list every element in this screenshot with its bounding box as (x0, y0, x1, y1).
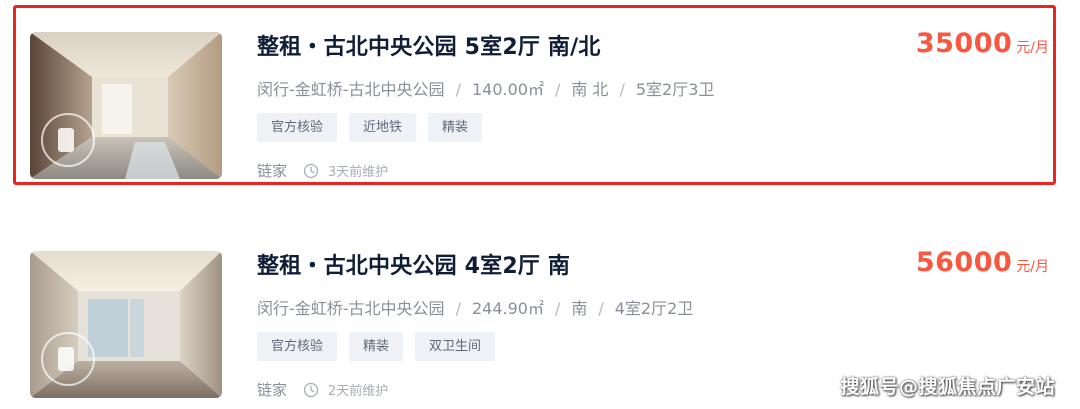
listing-photo-image (30, 251, 222, 398)
updated-time: 2天前维护 (328, 384, 389, 399)
price-unit: 元/月 (1016, 40, 1049, 56)
separator: / (598, 299, 604, 318)
price: 56000 元/月 (916, 247, 1049, 278)
listing-card[interactable]: 整租・古北中央公园 5室2厅 南/北 闵行-金虹桥-古北中央公园 / 140.00㎡… (0, 0, 1080, 190)
listing-meta: 链家 2天前维护 (257, 379, 388, 400)
orientation-value: 南 北 (571, 80, 609, 99)
separator: / (554, 299, 561, 318)
agency-name: 链家 (257, 162, 288, 180)
layout-value: 5室2厅3卫 (635, 80, 715, 99)
updated-time: 3天前维护 (328, 165, 389, 180)
listing-description: 闵行-金虹桥-古北中央公园 / 244.90㎡ / 南 / 4室2厅2卫 (257, 295, 693, 319)
tag-list: 官方核验 精装 双卫生间 (257, 332, 496, 361)
tag: 精装 (428, 113, 483, 142)
layout-value: 4室2厅2卫 (614, 299, 694, 318)
separator: / (619, 80, 625, 99)
separator: / (554, 80, 561, 99)
listing-photo[interactable] (30, 32, 222, 179)
price-unit: 元/月 (1016, 259, 1049, 275)
clock-icon (303, 163, 319, 179)
agency-name: 链家 (257, 381, 288, 399)
watermark: 搜狐号@搜狐焦点广安站 (840, 376, 1055, 398)
separator: / (455, 80, 461, 99)
tag-list: 官方核验 近地铁 精装 (257, 113, 483, 142)
tag: 官方核验 (257, 332, 338, 361)
listing-photo[interactable] (30, 251, 222, 398)
listing-photo-image (30, 32, 222, 179)
price-value: 56000 (915, 247, 1013, 278)
location-link[interactable]: 闵行-金虹桥-古北中央公园 (257, 80, 445, 99)
listing-title[interactable]: 整租・古北中央公园 4室2厅 南 (257, 248, 570, 280)
tag: 双卫生间 (415, 332, 496, 361)
area-value: 140.00㎡ (471, 80, 544, 99)
listing-description: 闵行-金虹桥-古北中央公园 / 140.00㎡ / 南 北 / 5室2厅3卫 (257, 76, 714, 100)
tag: 近地铁 (349, 113, 417, 142)
area-value: 244.90㎡ (471, 299, 544, 318)
location-link[interactable]: 闵行-金虹桥-古北中央公园 (257, 299, 445, 318)
tag: 官方核验 (257, 113, 338, 142)
orientation-value: 南 (571, 299, 588, 318)
separator: / (455, 299, 461, 318)
clock-icon (303, 382, 319, 398)
price: 35000 元/月 (916, 28, 1049, 59)
tag: 精装 (349, 332, 404, 361)
listing-title[interactable]: 整租・古北中央公园 5室2厅 南/北 (257, 29, 601, 61)
listing-meta: 链家 3天前维护 (257, 160, 388, 181)
price-value: 35000 (915, 28, 1013, 59)
